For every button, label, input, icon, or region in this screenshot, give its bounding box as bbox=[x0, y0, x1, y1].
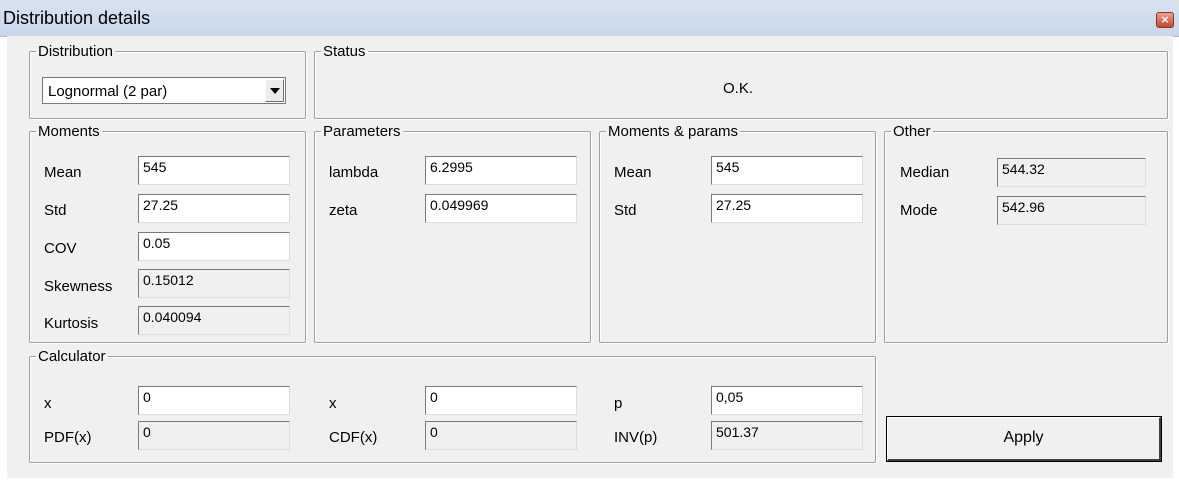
calculator-legend: Calculator bbox=[38, 348, 106, 365]
inv-p-label: p bbox=[614, 395, 623, 412]
moments-std-label: Std bbox=[44, 202, 67, 219]
parameters-zeta-label: zeta bbox=[329, 202, 358, 219]
moments-legend: Moments bbox=[38, 123, 100, 140]
status-text: O.K. bbox=[723, 80, 754, 97]
moments-mean-label: Mean bbox=[44, 164, 82, 181]
moments-skewness-value: 0.15012 bbox=[138, 269, 290, 298]
parameters-lambda-field[interactable]: 6.2995 bbox=[425, 156, 577, 185]
close-icon[interactable]: × bbox=[1156, 12, 1174, 28]
pdf-output-label: PDF(x) bbox=[44, 429, 92, 446]
status-legend: Status bbox=[323, 43, 366, 60]
title-bar[interactable]: Distribution details × bbox=[0, 0, 1179, 37]
inv-output-value: 501.37 bbox=[711, 421, 863, 450]
dialog-window: Distribution details × Distribution Logn… bbox=[0, 0, 1179, 483]
moments-skewness-label: Skewness bbox=[44, 278, 113, 295]
dialog-body: Distribution Lognormal (2 par) Status O.… bbox=[7, 36, 1173, 478]
moments-params-std-field[interactable]: 27.25 bbox=[711, 194, 863, 223]
parameters-lambda-label: lambda bbox=[329, 164, 379, 181]
other-median-value: 544.32 bbox=[997, 158, 1146, 187]
cdf-x-label: x bbox=[329, 395, 337, 412]
cdf-x-field[interactable]: 0 bbox=[425, 386, 577, 415]
chevron-down-icon bbox=[270, 88, 280, 94]
distribution-select-value: Lognormal (2 par) bbox=[48, 83, 168, 100]
moments-kurtosis-label: Kurtosis bbox=[44, 315, 99, 332]
other-group: Other bbox=[884, 123, 1168, 343]
inv-output-label: INV(p) bbox=[614, 429, 658, 446]
moments-cov-field[interactable]: 0.05 bbox=[138, 232, 290, 261]
moments-cov-label: COV bbox=[44, 240, 77, 257]
apply-button-label: Apply bbox=[1003, 429, 1044, 446]
cdf-output-label: CDF(x) bbox=[329, 429, 378, 446]
other-legend: Other bbox=[893, 123, 931, 140]
pdf-x-label: x bbox=[44, 395, 52, 412]
pdf-output-value: 0 bbox=[138, 421, 290, 450]
dropdown-button[interactable] bbox=[265, 79, 284, 102]
other-mode-label: Mode bbox=[900, 202, 938, 219]
moments-kurtosis-value: 0.040094 bbox=[138, 306, 290, 335]
parameters-zeta-field[interactable]: 0.049969 bbox=[425, 194, 577, 223]
other-median-label: Median bbox=[900, 164, 950, 181]
parameters-legend: Parameters bbox=[323, 123, 401, 140]
apply-button[interactable]: Apply bbox=[886, 416, 1162, 462]
other-mode-value: 542.96 bbox=[997, 196, 1146, 225]
distribution-legend: Distribution bbox=[38, 43, 114, 60]
pdf-x-field[interactable]: 0 bbox=[138, 386, 290, 415]
moments-params-legend: Moments & params bbox=[608, 123, 739, 140]
distribution-select[interactable]: Lognormal (2 par) bbox=[42, 77, 286, 104]
window-title: Distribution details bbox=[3, 8, 151, 28]
moments-params-std-label: Std bbox=[614, 202, 637, 219]
moments-params-mean-field[interactable]: 545 bbox=[711, 156, 863, 185]
moments-params-mean-label: Mean bbox=[614, 164, 652, 181]
moments-std-field[interactable]: 27.25 bbox=[138, 194, 290, 223]
moments-mean-field[interactable]: 545 bbox=[138, 156, 290, 185]
cdf-output-value: 0 bbox=[425, 421, 577, 450]
inv-p-field[interactable]: 0,05 bbox=[711, 386, 863, 415]
